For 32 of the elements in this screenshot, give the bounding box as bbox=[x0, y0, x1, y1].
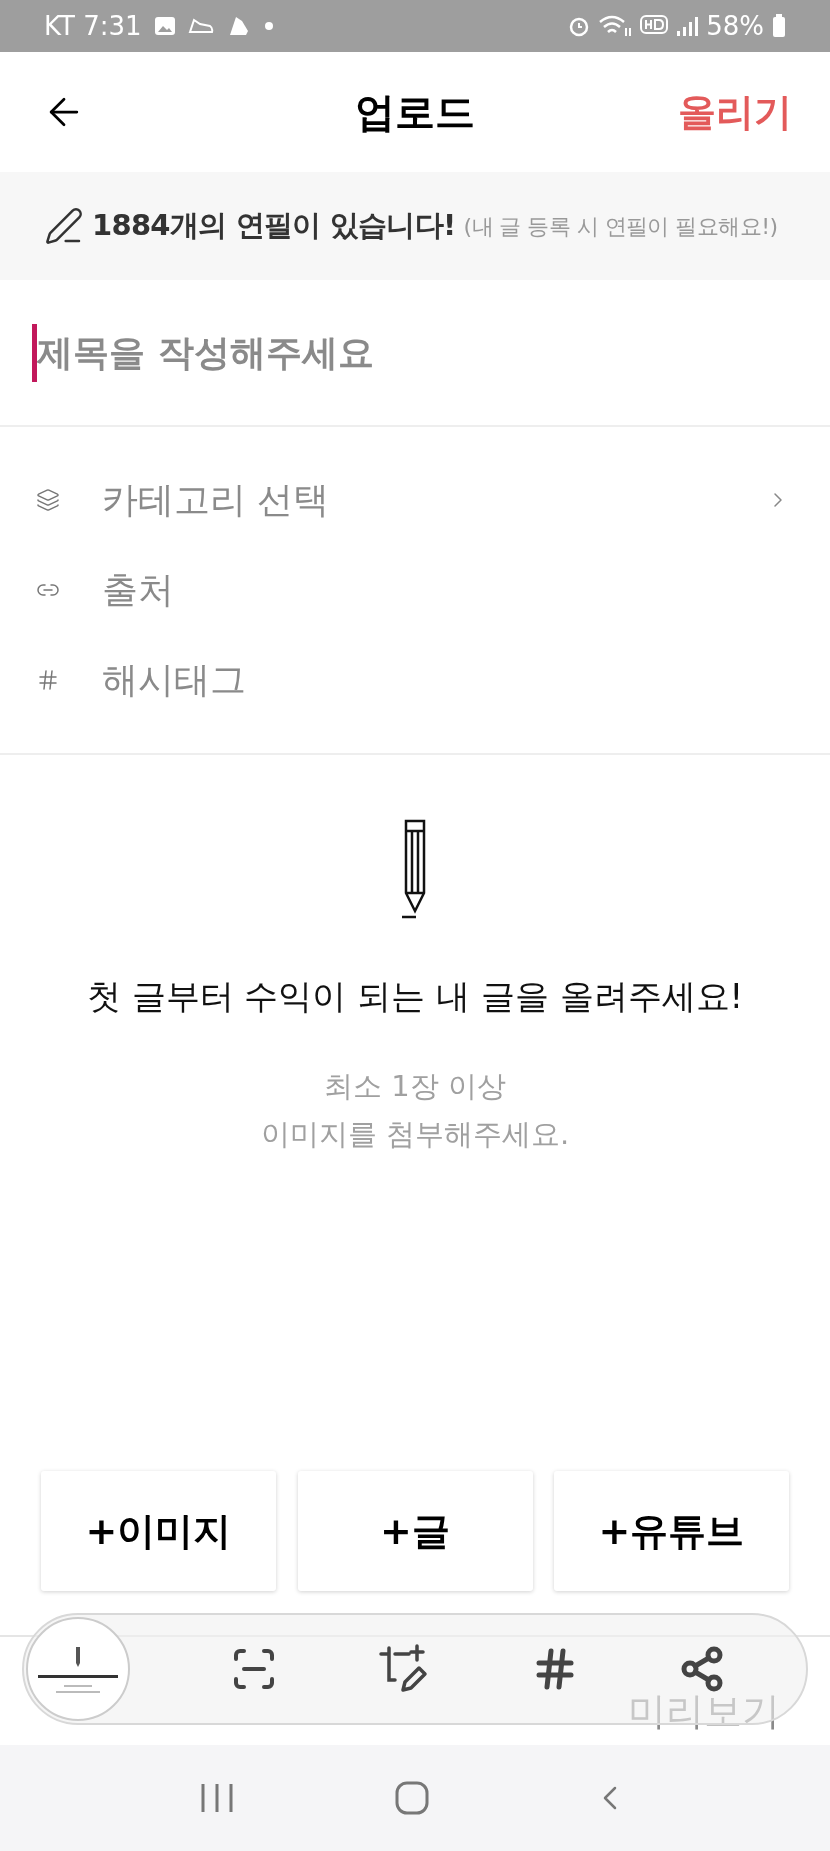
page-title: 업로드 bbox=[355, 88, 475, 137]
battery-icon bbox=[772, 14, 786, 38]
image-hint: 최소 1장 이상 이미지를 첨부해주세요. bbox=[260, 1068, 570, 1153]
wifi-icon bbox=[598, 14, 633, 38]
pencil-count-text: 1884개의 연필이 있습니다! bbox=[92, 207, 456, 245]
status-time: KT 7:31 bbox=[44, 9, 142, 43]
option-row[interactable]: 카테고리 선택 bbox=[0, 455, 830, 545]
pencil-icon bbox=[44, 206, 84, 246]
pencil-note-text: (내 글 등록 시 연필이 필요해요!) bbox=[463, 212, 778, 241]
gallery-icon bbox=[153, 16, 176, 36]
option-label: 카테고리 선택 bbox=[102, 478, 331, 522]
alarm-icon bbox=[568, 15, 591, 37]
text-cursor bbox=[32, 323, 37, 382]
dot-icon bbox=[263, 21, 274, 31]
option-label: 출처 bbox=[102, 568, 175, 612]
title-input[interactable]: 제목을 작성해주세요 bbox=[37, 325, 830, 380]
add-content-button[interactable]: +이미지 bbox=[41, 1471, 276, 1591]
layers-icon bbox=[36, 488, 60, 512]
add-content-button[interactable]: +유튜브 bbox=[554, 1471, 789, 1591]
empty-headline: 첫 글부터 수익이 되는 내 글을 올려주세요! bbox=[86, 975, 744, 1018]
option-row[interactable]: 출처 bbox=[0, 545, 830, 635]
hash-icon bbox=[36, 668, 60, 692]
recent-apps-icon[interactable] bbox=[200, 1782, 235, 1814]
screenshot-thumbnail-drawing[interactable] bbox=[26, 1617, 130, 1721]
add-content-button[interactable]: +글 bbox=[297, 1471, 533, 1591]
battery-percent: 58% bbox=[706, 9, 764, 43]
home-icon[interactable] bbox=[395, 1781, 429, 1815]
option-label: 해시태그 bbox=[102, 658, 247, 702]
upload-button[interactable]: 올리기 bbox=[678, 83, 792, 141]
signal-icon bbox=[676, 15, 699, 37]
option-row[interactable]: 해시태그 bbox=[0, 635, 830, 725]
hd-icon bbox=[640, 15, 669, 37]
